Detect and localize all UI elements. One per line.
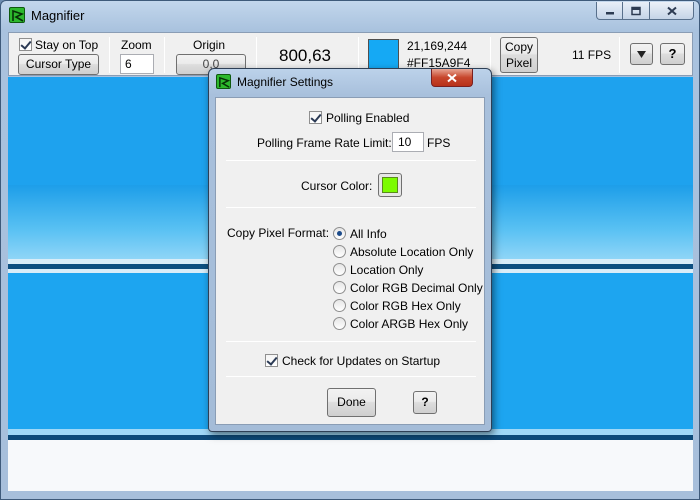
radio-color-argb-hex-only[interactable] [333,317,346,331]
cursor-color-swatch [382,177,398,193]
polling-enabled-label: Polling Enabled [326,110,410,125]
copy-pixel-button[interactable]: Copy Pixel [500,37,538,73]
radio-all-info[interactable] [333,227,346,241]
origin-label: Origin [193,38,226,52]
section-separator [226,160,476,161]
section-separator [226,341,476,342]
maximize-button[interactable] [623,2,650,20]
copy-pixel-label-line1: Copy [504,40,533,54]
maximize-icon [631,6,641,15]
cursor-color-button[interactable] [378,173,402,197]
radio-color-rgb-hex-only[interactable] [333,299,346,313]
pixel-color-swatch [368,39,399,70]
stay-on-top-label: Stay on Top [35,37,99,52]
help-button[interactable]: ? [660,43,685,65]
radio-location-only[interactable] [333,263,346,277]
polling-enabled-check-box[interactable] [309,111,322,125]
dialog-body: Polling Enabled Polling Frame Rate Limit… [215,97,485,425]
copy-format-option-label: Location Only [350,262,424,277]
check-updates-label: Check for Updates on Startup [282,353,441,368]
zoom-label: Zoom [121,38,152,52]
zoom-input[interactable]: 6 [120,54,154,74]
toolbar-divider [164,37,165,73]
copy-format-option-label: Absolute Location Only [350,244,474,259]
check-updates-check-box[interactable] [265,354,278,368]
minimize-icon [605,11,614,14]
cursor-type-button[interactable]: Cursor Type [18,54,99,75]
copy-format-option[interactable]: Location Only [333,262,423,277]
done-button[interactable]: Done [327,388,376,417]
toolbar-divider [619,37,620,73]
radio-color-rgb-decimal-only[interactable] [333,281,346,295]
settings-dialog: Magnifier Settings Polling Enabled Polli… [208,68,492,432]
dialog-close-button[interactable] [431,69,473,87]
copy-pixel-label-line2: Pixel [505,56,532,70]
copy-format-option-label: All Info [350,226,387,241]
fps-counter: 11 FPS [572,48,612,62]
cursor-coordinates: 800,63 [279,46,331,65]
triangle-down-icon [637,51,646,58]
window-title: Magnifier [31,8,85,23]
frame-rate-input[interactable]: 10 [392,132,424,152]
section-separator [226,207,476,208]
copy-format-option[interactable]: Color RGB Hex Only [333,298,461,313]
title-bar[interactable]: Magnifier [1,1,699,31]
dialog-help-button[interactable]: ? [413,391,437,414]
stay-on-top-check-box[interactable] [19,38,32,52]
close-icon [447,73,457,82]
pixel-color-decimal: 21,169,244 [407,39,468,53]
check-updates-checkbox[interactable]: Check for Updates on Startup [265,353,440,368]
copy-format-option[interactable]: Color RGB Decimal Only [333,280,483,295]
toolbar-divider [109,37,110,73]
caption-buttons [596,2,694,20]
copy-format-label: Copy Pixel Format: [227,226,330,240]
close-icon [666,6,677,15]
copy-format-option[interactable]: Color ARGB Hex Only [333,316,468,331]
section-separator [226,376,476,377]
polling-enabled-checkbox[interactable]: Polling Enabled [309,110,409,125]
copy-format-option-label: Color RGB Decimal Only [350,280,483,295]
frame-rate-unit: FPS [427,136,451,150]
magnifier-app-icon [9,7,25,23]
radio-absolute-location-only[interactable] [333,245,346,259]
magnified-band [8,440,693,491]
copy-format-option[interactable]: All Info [333,226,387,241]
copy-format-option-label: Color ARGB Hex Only [350,316,469,331]
minimize-button[interactable] [596,2,623,20]
dialog-title: Magnifier Settings [237,75,334,89]
options-dropdown-button[interactable] [630,43,653,65]
toolbar-divider [490,37,491,73]
close-button[interactable] [650,2,694,20]
stay-on-top-checkbox[interactable]: Stay on Top [19,37,98,52]
frame-rate-label: Polling Frame Rate Limit: [257,136,392,150]
copy-format-option-label: Color RGB Hex Only [350,298,461,313]
copy-format-option[interactable]: Absolute Location Only [333,244,473,259]
cursor-color-label: Cursor Color: [301,179,373,193]
dialog-app-icon [216,74,231,89]
